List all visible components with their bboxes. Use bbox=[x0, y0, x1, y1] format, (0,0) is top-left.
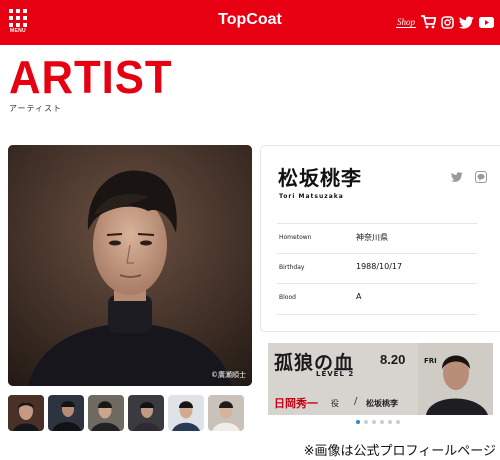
info-row-hometown: Hometown 神奈川県 bbox=[277, 223, 477, 254]
cart-icon[interactable] bbox=[421, 15, 436, 29]
twitter-icon[interactable] bbox=[459, 16, 474, 29]
thumbnail[interactable] bbox=[208, 395, 244, 431]
info-row-birthday: Birthday 1988/10/17 bbox=[277, 253, 477, 284]
artist-name: 松坂桃李 bbox=[278, 166, 362, 190]
header-icons: Shop bbox=[396, 13, 494, 31]
menu-label: MENU bbox=[10, 28, 26, 34]
thumbnail[interactable] bbox=[168, 395, 204, 431]
image-caption: ※画像は公式プロフィールページ bbox=[303, 440, 496, 459]
info-value: 1988/10/17 bbox=[356, 262, 403, 271]
twitter-icon[interactable] bbox=[451, 171, 463, 183]
banner-actor: 松坂桃李 bbox=[366, 399, 398, 408]
top-header: MENU TopCoat Shop bbox=[0, 0, 500, 45]
carousel-dot[interactable] bbox=[388, 420, 392, 424]
banner-role: 日岡秀一 bbox=[274, 397, 318, 410]
youtube-icon[interactable] bbox=[479, 16, 494, 28]
banner-portrait bbox=[418, 343, 493, 415]
thumbnail[interactable] bbox=[8, 395, 44, 431]
carousel-dot[interactable] bbox=[396, 420, 400, 424]
shop-logo[interactable]: Shop bbox=[396, 17, 416, 28]
carousel-dot[interactable] bbox=[380, 420, 384, 424]
info-row-blood: Blood A bbox=[277, 283, 477, 315]
info-label: Blood bbox=[279, 294, 296, 301]
page-subtitle: アーティスト bbox=[9, 104, 63, 113]
promo-banner[interactable]: 孤狼の血 LEVEL 2 8.20 FRI 日岡秀一 役 / 松坂桃李 bbox=[268, 343, 493, 415]
banner-role-suffix: 役 bbox=[331, 399, 339, 408]
menu-grid-icon bbox=[9, 9, 27, 27]
menu-button[interactable]: MENU bbox=[9, 9, 27, 37]
instagram-icon[interactable] bbox=[441, 15, 454, 29]
thumbnail-strip bbox=[8, 395, 248, 431]
thumbnail[interactable] bbox=[128, 395, 164, 431]
banner-release-day: FRI bbox=[424, 357, 437, 365]
carousel-dot[interactable] bbox=[364, 420, 368, 424]
brand-logo[interactable]: TopCoat bbox=[200, 11, 300, 29]
banner-slash: / bbox=[354, 396, 358, 407]
info-label: Hometown bbox=[279, 234, 312, 241]
artist-photo: ©廣瀬順士 bbox=[8, 145, 252, 386]
carousel-dot[interactable] bbox=[356, 420, 360, 424]
banner-level: LEVEL 2 bbox=[316, 370, 355, 378]
info-label: Birthday bbox=[279, 264, 305, 271]
portrait-illustration bbox=[8, 145, 252, 386]
artist-roman-name: Tori Matsuzaka bbox=[279, 193, 344, 200]
info-value: 神奈川県 bbox=[356, 233, 388, 242]
page-title: ARTIST bbox=[9, 51, 173, 103]
banner-release-date: 8.20 bbox=[380, 352, 406, 367]
line-icon[interactable] bbox=[475, 171, 487, 183]
carousel-dot[interactable] bbox=[372, 420, 376, 424]
carousel-dots bbox=[356, 420, 400, 424]
photo-credit: ©廣瀬順士 bbox=[211, 371, 246, 379]
info-value: A bbox=[356, 292, 362, 301]
thumbnail[interactable] bbox=[88, 395, 124, 431]
thumbnail[interactable] bbox=[48, 395, 84, 431]
artist-info-card: 松坂桃李 Tori Matsuzaka Hometown 神奈川県 Birthd… bbox=[260, 145, 500, 332]
